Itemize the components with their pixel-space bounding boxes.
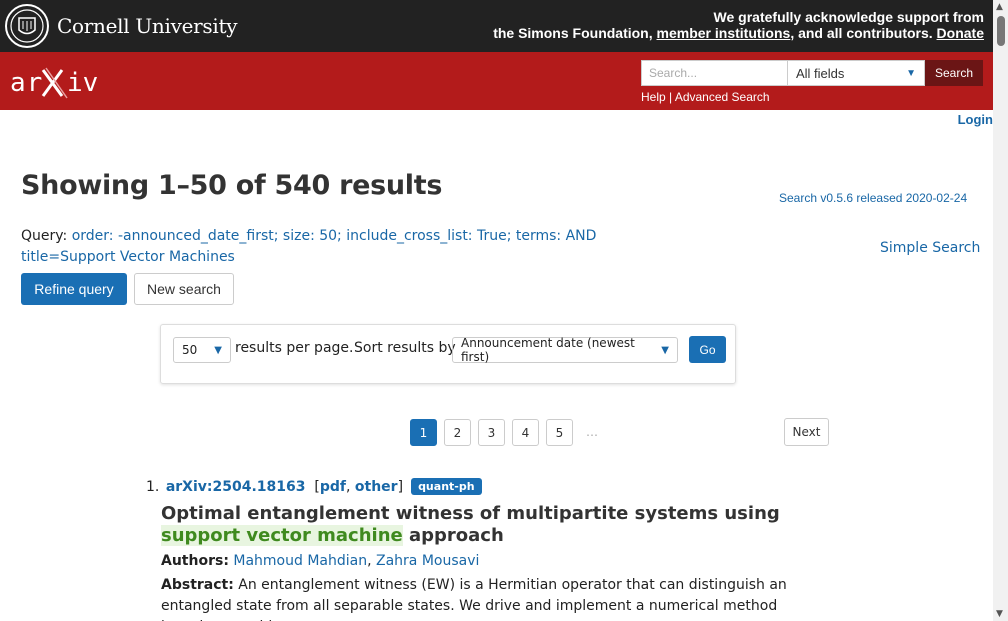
refine-query-button[interactable]: Refine query — [21, 273, 127, 305]
help-links: Help | Advanced Search — [641, 90, 770, 104]
search-field-select[interactable]: All fields ▼ — [787, 60, 925, 86]
author-link[interactable]: Zahra Mousavi — [376, 553, 479, 569]
chevron-down-icon: ▼ — [214, 344, 222, 356]
page-link-4[interactable]: 4 — [512, 419, 539, 446]
other-formats-link[interactable]: other — [355, 479, 398, 495]
results-controls: 50 ▼ results per page. Sort results by A… — [160, 324, 736, 384]
result-authors: Authors: Mahmoud Mahdian, Zahra Mousavi — [161, 553, 480, 569]
sort-value: Announcement date (newest first) — [461, 336, 635, 364]
search-field-value: All fields — [796, 65, 845, 81]
page-link-5[interactable]: 5 — [546, 419, 573, 446]
title-highlight: support vector machine — [161, 525, 403, 546]
donate-link[interactable]: Donate — [937, 25, 984, 41]
search-button[interactable]: Search — [925, 60, 983, 86]
abstract-text: An entanglement witness (EW) is a Hermit… — [161, 577, 787, 621]
query-label: Query: — [21, 228, 72, 244]
result-header: 1. arXiv:2504.18163 [pdf, other] quant-p… — [146, 478, 806, 495]
result-id-link[interactable]: arXiv:2504.18163 — [166, 479, 306, 495]
cornell-name: Cornell University — [57, 14, 238, 38]
arxiv-header: ar iv All fields ▼ Search Help | Advance… — [0, 52, 993, 110]
member-institutions-link[interactable]: member institutions — [657, 25, 791, 41]
support-acknowledgement: We gratefully acknowledge support from t… — [493, 9, 984, 41]
cornell-logo[interactable]: Cornell University — [5, 4, 238, 48]
next-page-button[interactable]: Next — [784, 418, 829, 446]
sort-label: Sort results by — [354, 340, 456, 356]
page-size-value: 50 — [182, 343, 198, 357]
scrollbar-thumb[interactable] — [997, 16, 1005, 46]
page-link-2[interactable]: 2 — [444, 419, 471, 446]
chevron-down-icon: ▼ — [661, 344, 669, 356]
vertical-scrollbar[interactable]: ▲ ▼ — [993, 0, 1008, 621]
title-part-1: Optimal entanglement witness of multipar… — [161, 503, 780, 524]
support-mid: , and all contributors. — [790, 25, 937, 41]
simple-search-link[interactable]: Simple Search — [880, 240, 980, 256]
page-title: Showing 1–50 of 540 results — [21, 170, 443, 201]
support-line-1: We gratefully acknowledge support from — [713, 9, 984, 25]
arxiv-logo[interactable]: ar iv — [10, 64, 100, 100]
result-formats: [pdf, other] — [314, 478, 404, 495]
search-bar: All fields ▼ Search — [641, 60, 983, 86]
page-size-select[interactable]: 50 ▼ — [173, 337, 231, 363]
abstract-label: Abstract: — [161, 577, 234, 593]
support-prefix: the Simons Foundation, — [493, 25, 657, 41]
results-per-page-label: results per page. — [235, 340, 354, 356]
help-link[interactable]: Help — [641, 90, 666, 104]
scroll-down-arrow-icon[interactable]: ▼ — [996, 609, 1003, 619]
search-input[interactable] — [641, 60, 787, 86]
page-link-3[interactable]: 3 — [478, 419, 505, 446]
result-abstract: Abstract: An entanglement witness (EW) i… — [161, 575, 811, 621]
new-search-button[interactable]: New search — [134, 273, 234, 305]
author-link[interactable]: Mahmoud Mahdian — [233, 553, 367, 569]
pagination: 1 2 3 4 5 … — [410, 419, 598, 446]
login-link[interactable]: Login — [958, 112, 993, 127]
scroll-up-arrow-icon[interactable]: ▲ — [996, 2, 1003, 12]
query-text[interactable]: order: -announced_date_first; size: 50; … — [21, 228, 596, 265]
support-line-2: the Simons Foundation, member institutio… — [493, 25, 984, 41]
svg-text:ar: ar — [10, 68, 43, 98]
result-number: 1. — [146, 478, 160, 495]
pdf-link[interactable]: pdf — [320, 479, 346, 495]
sort-select[interactable]: Announcement date (newest first) ▼ — [452, 336, 678, 364]
go-button[interactable]: Go — [689, 336, 726, 363]
cornell-seal-icon — [5, 4, 49, 48]
advanced-search-link[interactable]: Advanced Search — [675, 90, 770, 104]
title-part-2: approach — [402, 525, 504, 546]
page-link-1[interactable]: 1 — [410, 419, 437, 446]
help-separator: | — [665, 90, 675, 104]
result-item: 1. arXiv:2504.18163 [pdf, other] quant-p… — [146, 478, 806, 621]
top-banner: Cornell University We gratefully acknowl… — [0, 0, 993, 52]
svg-text:iv: iv — [67, 68, 98, 98]
chevron-down-icon: ▼ — [906, 67, 916, 79]
pagination-ellipsis: … — [586, 425, 598, 439]
category-tag[interactable]: quant-ph — [411, 478, 482, 495]
result-title: Optimal entanglement witness of multipar… — [161, 503, 806, 547]
query-summary: Query: order: -announced_date_first; siz… — [21, 226, 681, 268]
authors-label: Authors: — [161, 553, 229, 569]
version-link[interactable]: Search v0.5.6 released 2020-02-24 — [779, 191, 967, 205]
